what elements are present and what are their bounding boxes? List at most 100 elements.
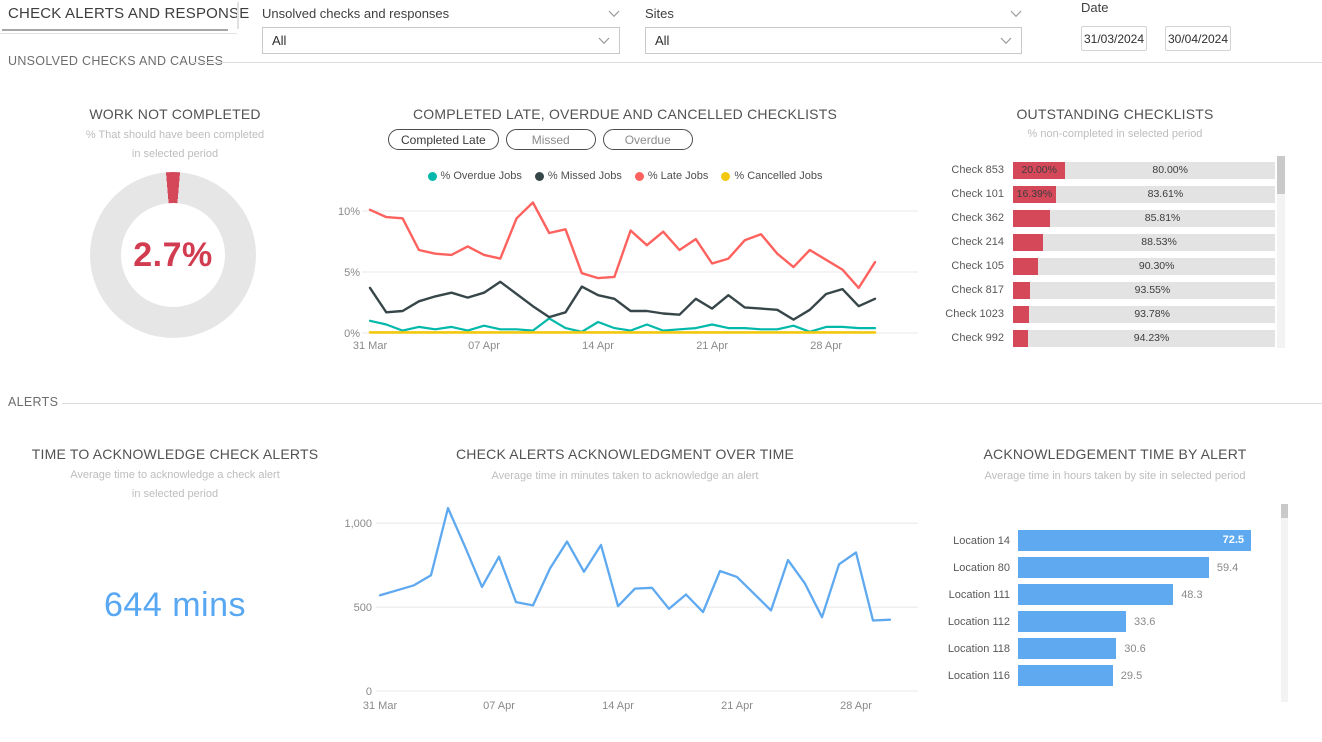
location-bar[interactable] — [1018, 557, 1209, 578]
x-axis-label: 21 Apr — [696, 340, 728, 352]
checklist-bar[interactable]: 94.23% — [1013, 330, 1275, 347]
location-label: Location 116 — [940, 670, 1018, 682]
legend-dot — [428, 172, 437, 181]
checklist-bar[interactable]: 88.53% — [1013, 234, 1275, 251]
checklist-row[interactable]: Check 21488.53% — [940, 230, 1277, 254]
location-row[interactable]: Location 116 29.5 — [940, 662, 1280, 689]
checklist-row[interactable]: Check 99294.23% — [940, 326, 1277, 350]
location-bar-list: Location 1472.5Location 8059.4Location 1… — [940, 527, 1280, 689]
legend-label: % Overdue Jobs — [441, 170, 522, 182]
bar-value: 72.5 — [1223, 534, 1244, 546]
bar-value: 30.6 — [1124, 643, 1145, 655]
bar-segment-complete: 85.81% — [1050, 210, 1275, 227]
series-missed-jobs — [370, 282, 875, 320]
card-subtitle: in selected period — [30, 485, 320, 504]
card-title: COMPLETED LATE, OVERDUE AND CANCELLED CH… — [330, 106, 920, 122]
checklist-label: Check 105 — [940, 260, 1013, 272]
y-axis-label: 5% — [344, 267, 360, 279]
bar-segment-incomplete — [1013, 282, 1030, 299]
checklist-row[interactable]: Check 102393.78% — [940, 302, 1277, 326]
location-bar[interactable] — [1018, 665, 1113, 686]
checklist-bar[interactable]: 16.39%83.61% — [1013, 186, 1275, 203]
checklist-row[interactable]: Check 362 85.81% — [940, 206, 1277, 230]
bar-segment-incomplete: 20.00% — [1013, 162, 1065, 179]
location-row[interactable]: Location 14 72.5 — [940, 527, 1280, 554]
card-subtitle: Average time in minutes taken to acknowl… — [330, 467, 920, 486]
filter-unsolved-header[interactable]: Unsolved checks and responses — [262, 4, 620, 23]
location-label: Location 14 — [940, 535, 1018, 547]
card-ack-by-alert: ACKNOWLEDGEMENT TIME BY ALERT Average ti… — [940, 444, 1290, 714]
x-axis-label: 31 Mar — [353, 340, 388, 352]
checklist-row[interactable]: Check 85320.00%80.00% — [940, 158, 1277, 182]
date-end-input[interactable] — [1165, 26, 1231, 51]
filter-unsolved-dropdown[interactable]: All — [262, 27, 620, 54]
x-axis-label: 07 Apr — [483, 700, 515, 712]
title-underline-light — [0, 33, 237, 34]
location-bar[interactable]: 72.5 — [1018, 530, 1251, 551]
bar-segment-incomplete — [1013, 330, 1028, 347]
legend-label: % Cancelled Jobs — [734, 170, 822, 182]
y-axis-label: 0% — [344, 328, 360, 340]
filter-sites-label: Sites — [645, 6, 674, 21]
toggle-overdue[interactable]: Overdue — [603, 129, 693, 150]
checklist-row[interactable]: Check 81793.55% — [940, 278, 1277, 302]
card-ack-over-time: CHECK ALERTS ACKNOWLEDGMENT OVER TIME Av… — [330, 444, 920, 734]
filter-unsolved: Unsolved checks and responses All — [262, 4, 620, 54]
legend-item-overdue-jobs[interactable]: % Overdue Jobs — [428, 170, 522, 182]
bar-segment-complete: 83.61% — [1056, 186, 1275, 203]
location-bar[interactable] — [1018, 611, 1126, 632]
location-row[interactable]: Location 11233.6 — [940, 608, 1280, 635]
toggle-button-group: Completed Late Missed Overdue — [388, 129, 693, 150]
chevron-down-icon — [1010, 10, 1022, 18]
legend-item-missed-jobs[interactable]: % Missed Jobs — [535, 170, 622, 182]
location-bar[interactable] — [1018, 638, 1116, 659]
card-subtitle: in selected period — [30, 145, 320, 164]
checklist-row[interactable]: Check 10116.39%83.61% — [940, 182, 1277, 206]
bar-segment-complete: 90.30% — [1038, 258, 1275, 275]
card-title: ACKNOWLEDGEMENT TIME BY ALERT — [940, 446, 1290, 462]
bar-segment-complete: 88.53% — [1043, 234, 1275, 251]
toggle-completed-late[interactable]: Completed Late — [388, 129, 499, 150]
legend-label: % Missed Jobs — [548, 170, 622, 182]
bar-value: 29.5 — [1121, 670, 1142, 682]
title-underline — [2, 29, 228, 31]
legend-dot — [635, 172, 644, 181]
y-axis-label: 10% — [338, 206, 360, 218]
checklist-label: Check 362 — [940, 212, 1013, 224]
work-not-completed-donut[interactable]: 2.7% — [90, 172, 256, 338]
scrollbar-thumb[interactable] — [1277, 156, 1285, 194]
card-late-overdue: COMPLETED LATE, OVERDUE AND CANCELLED CH… — [330, 104, 920, 360]
filter-sites-dropdown[interactable]: All — [645, 27, 1022, 54]
checklist-bar[interactable]: 93.55% — [1013, 282, 1275, 299]
scrollbar[interactable] — [1277, 156, 1285, 348]
location-label: Location 118 — [940, 643, 1018, 655]
checklist-row[interactable]: Check 105 90.30% — [940, 254, 1277, 278]
checklist-bar[interactable]: 20.00%80.00% — [1013, 162, 1275, 179]
card-subtitle: Average time in hours taken by site in s… — [940, 467, 1290, 486]
checklist-bar[interactable]: 93.78% — [1013, 306, 1275, 323]
header-vertical-divider — [237, 2, 239, 29]
location-row[interactable]: Location 11148.3 — [940, 581, 1280, 608]
date-start-input[interactable] — [1081, 26, 1147, 51]
chevron-down-icon — [608, 10, 620, 18]
bar-segment-incomplete — [1013, 234, 1043, 251]
ack-over-time-line-chart: 1,000500031 Mar07 Apr14 Apr21 Apr28 Apr — [330, 496, 920, 721]
checklist-bar[interactable]: 85.81% — [1013, 210, 1275, 227]
scrollbar[interactable] — [1281, 504, 1288, 702]
legend-item-cancelled-jobs[interactable]: % Cancelled Jobs — [721, 170, 822, 182]
scrollbar-thumb[interactable] — [1281, 504, 1288, 518]
x-axis-label: 28 Apr — [840, 700, 872, 712]
filter-sites-header[interactable]: Sites — [645, 4, 1022, 23]
x-axis-label: 21 Apr — [721, 700, 753, 712]
location-label: Location 112 — [940, 616, 1018, 628]
legend-item-late-jobs[interactable]: % Late Jobs — [635, 170, 709, 182]
location-row[interactable]: Location 118 30.6 — [940, 635, 1280, 662]
card-title: WORK NOT COMPLETED — [30, 106, 320, 122]
toggle-missed[interactable]: Missed — [506, 129, 596, 150]
location-bar[interactable] — [1018, 584, 1173, 605]
location-row[interactable]: Location 8059.4 — [940, 554, 1280, 581]
section-divider — [192, 62, 1322, 63]
bar-segment-incomplete: 16.39% — [1013, 186, 1056, 203]
checklist-bar[interactable]: 90.30% — [1013, 258, 1275, 275]
checklist-label: Check 853 — [940, 164, 1013, 176]
